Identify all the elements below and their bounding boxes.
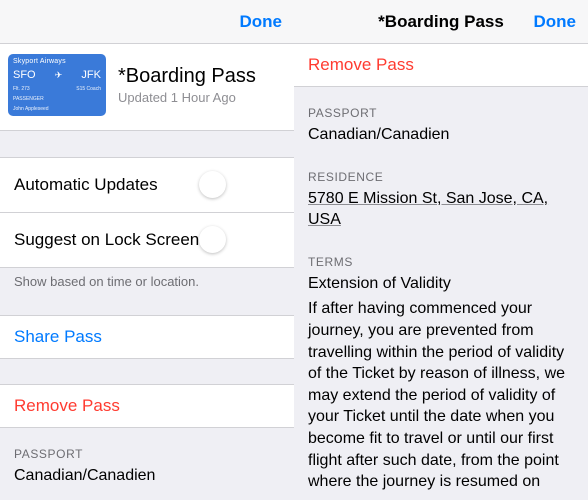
boarding-pass-thumbnail[interactable]: Skyport Airways SFO ✈ JFK Flt. 273 S15 C… [8,54,106,116]
done-button[interactable]: Done [240,12,283,32]
passport-label: PASSPORT [294,86,588,124]
residence-value[interactable]: 5780 E Mission St, San Jose, CA, USA [294,188,588,235]
automatic-updates-label: Automatic Updates [14,175,158,195]
origin-code: SFO [13,69,36,81]
lock-screen-label: Suggest on Lock Screen [14,230,199,250]
seat-class: S15 Coach [76,86,101,92]
terms-heading: Extension of Validity [294,273,588,299]
airline-name: Skyport Airways [13,58,101,65]
pass-header: Skyport Airways SFO ✈ JFK Flt. 273 S15 C… [0,44,294,131]
pass-details-pane: *Boarding Pass Done Remove Pass PASSPORT… [294,0,588,500]
remove-pass-button[interactable]: Remove Pass [294,44,588,87]
terms-body: If after having commenced your journey, … [294,298,588,500]
terms-label: TERMS [294,235,588,273]
navbar: Done [0,0,294,44]
page-title: *Boarding Pass [118,65,256,88]
flight-number: Flt. 273 [13,86,30,92]
navbar: *Boarding Pass Done [294,0,588,44]
passport-value: Canadian/Canadien [0,465,294,491]
done-button[interactable]: Done [534,12,577,32]
updated-time: Updated 1 Hour Ago [118,90,256,105]
passport-value: Canadian/Canadien [294,124,588,150]
lock-screen-row: Suggest on Lock Screen [0,212,294,268]
residence-label: RESIDENCE [294,150,588,188]
passport-label: PASSPORT [0,427,294,465]
remove-pass-button[interactable]: Remove Pass [0,384,294,428]
airplane-icon: ✈ [55,70,63,81]
pass-settings-pane: Done Skyport Airways SFO ✈ JFK Flt. 273 … [0,0,294,500]
passenger-name: John Appleseed [13,106,101,112]
lock-screen-footnote: Show based on time or location. [0,267,294,289]
destination-code: JFK [81,69,101,81]
passenger-label: PASSENGER [13,96,44,102]
share-pass-button[interactable]: Share Pass [0,315,294,359]
automatic-updates-row: Automatic Updates [0,157,294,213]
